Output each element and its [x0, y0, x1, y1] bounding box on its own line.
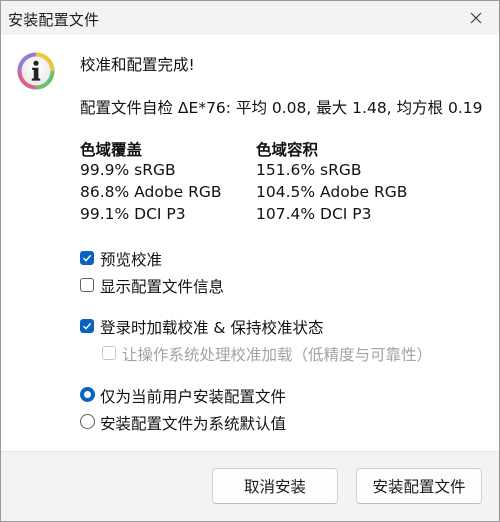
install-profile-button[interactable]: 安装配置文件: [356, 468, 482, 504]
completion-heading: 校准和配置完成!: [80, 56, 195, 74]
window-title: 安装配置文件: [8, 11, 100, 29]
volume-dci-p3: 107.4% DCI P3: [256, 205, 372, 223]
volume-srgb: 151.6% sRGB: [256, 161, 362, 179]
coverage-srgb: 99.9% sRGB: [80, 161, 176, 179]
current-user-label[interactable]: 仅为当前用户安装配置文件: [100, 385, 286, 407]
system-default-label[interactable]: 安装配置文件为系统默认值: [100, 412, 286, 434]
load-on-login-label[interactable]: 登录时加载校准 & 保持校准状态: [100, 316, 323, 338]
close-icon: [470, 12, 482, 24]
coverage-adobe-rgb: 86.8% Adobe RGB: [80, 183, 222, 201]
install-profile-dialog: 安装配置文件 校准和配置完成! 配置文件自检 ΔE*76: 平均 0.08, 最…: [0, 0, 500, 522]
os-handle-loading-label: 让操作系统处理校准加载（低精度与可靠性）: [122, 346, 433, 364]
info-icon: [17, 52, 55, 90]
volume-adobe-rgb: 104.5% Adobe RGB: [256, 183, 408, 201]
system-default-radio[interactable]: [80, 414, 95, 429]
gamut-volume-header: 色域容积: [256, 141, 319, 159]
checkmark-icon: [83, 254, 92, 262]
show-profile-info-checkbox[interactable]: [80, 278, 94, 292]
profile-self-check: 配置文件自检 ΔE*76: 平均 0.08, 最大 1.48, 均方根 0.19: [80, 99, 483, 117]
cancel-install-button[interactable]: 取消安装: [212, 468, 338, 504]
os-handle-loading-checkbox: [102, 346, 116, 360]
dialog-footer: 取消安装 安装配置文件: [1, 451, 499, 521]
coverage-dci-p3: 99.1% DCI P3: [80, 205, 186, 223]
close-button[interactable]: [453, 1, 499, 35]
current-user-radio[interactable]: [80, 387, 95, 402]
preview-calibration-checkbox[interactable]: [80, 251, 94, 265]
dialog-content: 校准和配置完成! 配置文件自检 ΔE*76: 平均 0.08, 最大 1.48,…: [1, 35, 499, 463]
load-on-login-checkbox[interactable]: [80, 319, 94, 333]
title-bar: 安装配置文件: [1, 1, 499, 35]
checkmark-icon: [83, 322, 92, 330]
show-profile-info-label[interactable]: 显示配置文件信息: [100, 275, 224, 297]
preview-calibration-label[interactable]: 预览校准: [100, 248, 162, 270]
gamut-coverage-header: 色域覆盖: [80, 141, 143, 159]
